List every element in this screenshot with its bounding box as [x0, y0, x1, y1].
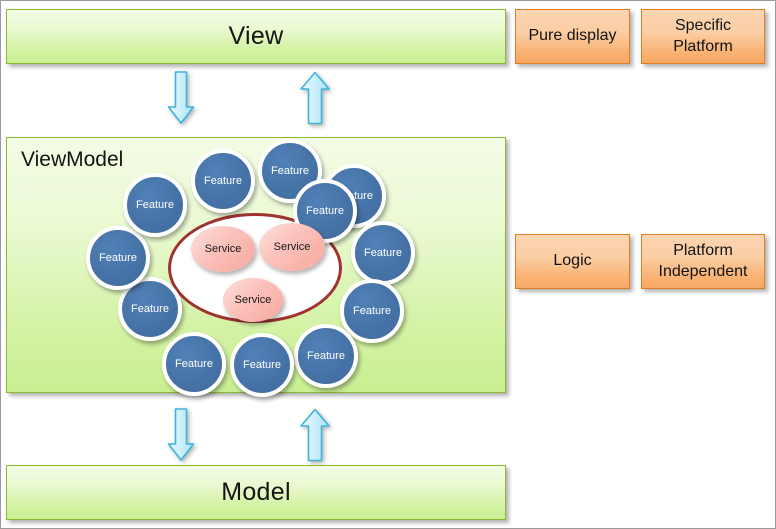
annotation-box-platform-independent[interactable]: Platform Independent — [641, 234, 765, 289]
arrow-down-icon-view-to-viewmodel — [167, 71, 195, 124]
feature-label: Feature — [364, 247, 402, 259]
diagram-canvas: View ViewModel Feature Feature Feature F… — [0, 0, 776, 529]
service-label: Service — [204, 243, 242, 255]
feature-label: Feature — [136, 199, 174, 211]
feature-circle[interactable]: Feature — [351, 221, 415, 285]
arrow-up-icon-viewmodel-to-view — [300, 71, 330, 125]
annotation-label-specific-platform: Specific Platform — [673, 16, 733, 57]
feature-label: Feature — [175, 358, 213, 370]
service-label: Service — [234, 294, 272, 306]
annotation-label-logic: Logic — [553, 252, 592, 270]
annotation-line-1: Specific — [674, 17, 731, 35]
annotation-box-specific-platform[interactable]: Specific Platform — [641, 9, 765, 64]
service-ellipse[interactable]: Service — [223, 278, 283, 322]
annotation-line-1: Platform — [673, 242, 733, 260]
service-ellipse[interactable]: Service — [191, 226, 255, 272]
layer-box-model[interactable]: Model — [6, 465, 506, 520]
feature-label: Feature — [306, 205, 344, 217]
feature-circle[interactable]: Feature — [86, 226, 150, 290]
annotation-label-pure-display: Pure display — [528, 27, 617, 45]
feature-circle[interactable]: Feature — [191, 149, 255, 213]
feature-label: Feature — [271, 165, 309, 177]
feature-label: Feature — [307, 350, 345, 362]
layer-label-model: Model — [221, 478, 291, 506]
feature-label: Feature — [243, 359, 281, 371]
service-ellipse[interactable]: Service — [259, 223, 325, 271]
feature-circle[interactable]: Feature — [294, 324, 358, 388]
feature-label: Feature — [99, 252, 137, 264]
arrow-down-icon-viewmodel-to-model — [167, 408, 195, 461]
arrow-up-icon-model-to-viewmodel — [300, 408, 330, 462]
feature-circle[interactable]: Feature — [230, 333, 294, 397]
layer-box-view[interactable]: View — [6, 9, 506, 64]
annotation-box-pure-display[interactable]: Pure display — [515, 9, 630, 64]
feature-label: Feature — [204, 175, 242, 187]
layer-label-viewmodel: ViewModel — [21, 148, 124, 171]
layer-label-view: View — [228, 22, 284, 50]
annotation-line-2: Independent — [658, 262, 748, 280]
annotation-label-platform-independent: Platform Independent — [659, 241, 748, 282]
service-label: Service — [273, 241, 311, 253]
feature-label: Feature — [353, 305, 391, 317]
feature-circle[interactable]: Feature — [162, 332, 226, 396]
annotation-box-logic[interactable]: Logic — [515, 234, 630, 289]
annotation-line-2: Platform — [673, 37, 733, 55]
feature-label: Feature — [131, 303, 169, 315]
feature-circle[interactable]: Feature — [123, 173, 187, 237]
